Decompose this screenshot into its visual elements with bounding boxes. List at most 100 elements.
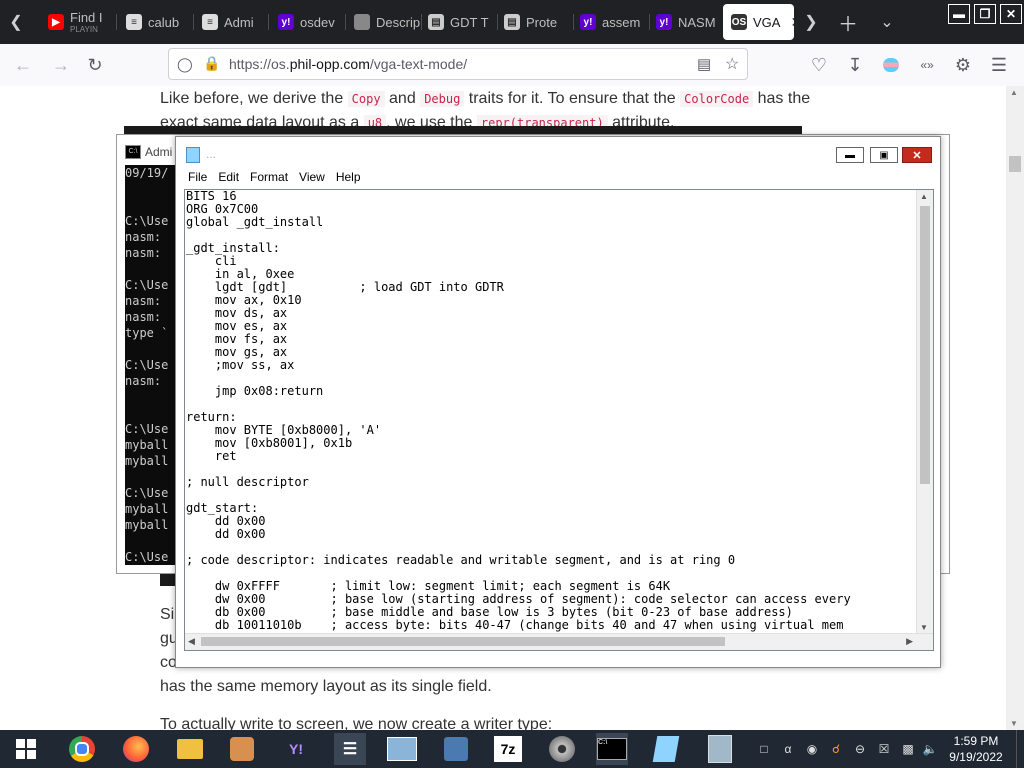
new-tab-icon[interactable]: ＋ — [836, 10, 860, 36]
notepad-minimize-icon[interactable]: ▬ — [836, 147, 864, 163]
url-host: https://os. — [229, 56, 290, 72]
tab-2[interactable]: ≡ Admi — [194, 4, 268, 40]
tab-3[interactable]: y! osdev — [270, 4, 344, 40]
tab-label: GDT T — [450, 14, 489, 30]
scrollbar-thumb[interactable] — [201, 637, 725, 646]
tab-5[interactable]: ▤ GDT T — [420, 4, 496, 40]
extensions-puzzle-icon[interactable]: ⚙ — [952, 54, 974, 76]
scroll-down-arrow-icon[interactable]: ▼ — [920, 623, 928, 632]
url-bar[interactable]: ◯ 🔒 https://os.phil-opp.com/vga-text-mod… — [168, 48, 748, 80]
cmd-icon: C:\ — [125, 145, 141, 159]
firefox-icon[interactable] — [120, 733, 152, 765]
scroll-up-arrow-icon[interactable]: ▲ — [1010, 88, 1018, 97]
paint-icon[interactable] — [226, 733, 258, 765]
clock-date: 9/19/2022 — [949, 750, 1003, 764]
clock[interactable]: 1:59 PM 9/19/2022 — [940, 733, 1012, 765]
tab-label: VGA — [753, 14, 781, 30]
tab-6[interactable]: ▤ Prote — [496, 4, 572, 40]
tray-minus-icon[interactable]: ⊖ — [852, 741, 868, 757]
page-icon — [354, 14, 370, 30]
lock-icon[interactable]: 🔒 — [203, 55, 220, 72]
url-path: /vga-text-mode/ — [369, 56, 468, 72]
restore-window-icon[interactable]: ❐ — [974, 4, 996, 24]
notepad-title-bar[interactable]: ... ▬ ▣ ✕ — [176, 137, 940, 167]
menu-edit[interactable]: Edit — [214, 167, 246, 187]
page-scrollbar[interactable]: ▲ ▼ — [1006, 86, 1024, 730]
tray-app-icon[interactable]: □ — [756, 741, 772, 757]
menu-hamburger-icon[interactable]: ☰ — [988, 54, 1010, 76]
volume-icon[interactable]: 🔈 — [922, 741, 938, 757]
tray-network-off-icon[interactable]: ☒ — [876, 741, 892, 757]
editor-vertical-scrollbar[interactable]: ▲ ▼ — [916, 190, 933, 634]
tab-sublabel: PLAYIN — [70, 25, 98, 34]
notepad-editor[interactable]: BITS 16 ORG 0x7C00 global _gdt_install _… — [184, 189, 934, 651]
tab-label: calub — [148, 14, 180, 30]
inline-code: Copy — [347, 91, 385, 107]
forward-icon[interactable]: → — [50, 54, 72, 76]
reload-icon[interactable]: ↻ — [84, 54, 106, 76]
bookmark-star-icon[interactable]: ☆ — [725, 54, 739, 74]
url-text[interactable]: https://os.phil-opp.com/vga-text-mode/ — [229, 56, 467, 72]
extension-icon[interactable] — [880, 54, 902, 76]
close-window-icon[interactable]: ✕ — [1000, 4, 1022, 24]
downloads-icon[interactable]: ↧ — [844, 54, 866, 76]
paragraph-tail: has the same memory layout as its single… — [160, 678, 492, 695]
notepad-window[interactable]: ... ▬ ▣ ✕ File Edit Format View Help BIT… — [175, 136, 941, 668]
network-icon[interactable] — [440, 733, 472, 765]
tab-label: Find I — [70, 10, 103, 25]
mixer-icon[interactable]: ☰ — [334, 733, 366, 765]
reader-view-icon[interactable]: ▤ — [697, 55, 711, 73]
list-all-tabs-icon[interactable]: ⌄ — [876, 12, 898, 32]
scroll-left-arrow-icon[interactable]: ◀ — [188, 636, 195, 647]
chrome-icon[interactable] — [66, 733, 98, 765]
menu-view[interactable]: View — [295, 167, 332, 187]
tray-display-icon[interactable]: ▩ — [900, 741, 916, 757]
back-icon[interactable]: ← — [12, 54, 34, 76]
calculator-icon[interactable] — [704, 733, 736, 765]
menu-help[interactable]: Help — [332, 167, 368, 187]
inline-code: Debug — [420, 91, 465, 107]
editor-text[interactable]: BITS 16 ORG 0x7C00 global _gdt_install _… — [186, 190, 851, 632]
tray-globe-icon[interactable]: ◉ — [804, 741, 820, 757]
dvd-icon[interactable] — [546, 733, 578, 765]
start-icon[interactable] — [10, 733, 42, 765]
scroll-right-arrow-icon[interactable]: ▶ — [906, 636, 913, 647]
extension-icon-2[interactable]: «» — [916, 54, 938, 76]
tab-scroll-left-icon[interactable]: ❮ — [6, 12, 26, 32]
editor-horizontal-scrollbar[interactable]: ◀ ▶ — [185, 633, 933, 650]
menu-format[interactable]: Format — [246, 167, 295, 187]
scroll-down-arrow-icon[interactable]: ▼ — [1010, 719, 1018, 728]
close-tab-icon[interactable]: ✕ — [790, 14, 794, 31]
pocket-icon[interactable]: ♡ — [808, 54, 830, 76]
tray-alpha-icon[interactable]: α — [780, 741, 796, 757]
scroll-up-arrow-icon[interactable]: ▲ — [920, 192, 928, 201]
notepad-icon[interactable] — [650, 733, 682, 765]
tab-0[interactable]: ▶ Find I PLAYIN — [40, 4, 114, 40]
minimize-window-icon[interactable]: ▬ — [948, 4, 970, 24]
navigation-toolbar: ← → ↻ ◯ 🔒 https://os.phil-opp.com/vga-te… — [0, 44, 1024, 87]
scrollbar-thumb[interactable] — [1009, 156, 1021, 172]
folder-icon[interactable] — [174, 733, 206, 765]
notepad-menu-bar: File Edit Format View Help — [176, 167, 940, 187]
7zip-icon[interactable]: 7z — [492, 733, 524, 765]
menu-file[interactable]: File — [176, 167, 214, 187]
yahoo-icon: y! — [278, 14, 294, 30]
monitor-icon[interactable] — [386, 733, 418, 765]
yahoo-icon[interactable]: Y! — [280, 733, 312, 765]
partial-text: Si — [160, 606, 175, 623]
tab-1[interactable]: ≡ calub — [118, 4, 192, 40]
cmd-icon[interactable]: C:\ — [596, 733, 628, 765]
show-desktop-button[interactable] — [1016, 730, 1024, 768]
tab-scroll-right-icon[interactable]: ❯ — [800, 12, 822, 32]
tab-4[interactable]: Descriptor — [346, 4, 420, 40]
page-dark-strip — [124, 126, 802, 134]
notepad-close-icon[interactable]: ✕ — [902, 147, 932, 163]
scrollbar-thumb[interactable] — [920, 206, 930, 484]
tab-9-active[interactable]: OS VGA ✕ — [723, 4, 794, 40]
tab-7[interactable]: y! assem — [572, 4, 648, 40]
tab-label: Prote — [526, 14, 558, 30]
notepad-maximize-icon[interactable]: ▣ — [870, 147, 898, 163]
tray-search-icon[interactable]: ☌ — [828, 741, 844, 757]
tracking-shield-icon[interactable]: ◯ — [177, 56, 193, 73]
tab-8[interactable]: y! NASM — [648, 4, 722, 40]
